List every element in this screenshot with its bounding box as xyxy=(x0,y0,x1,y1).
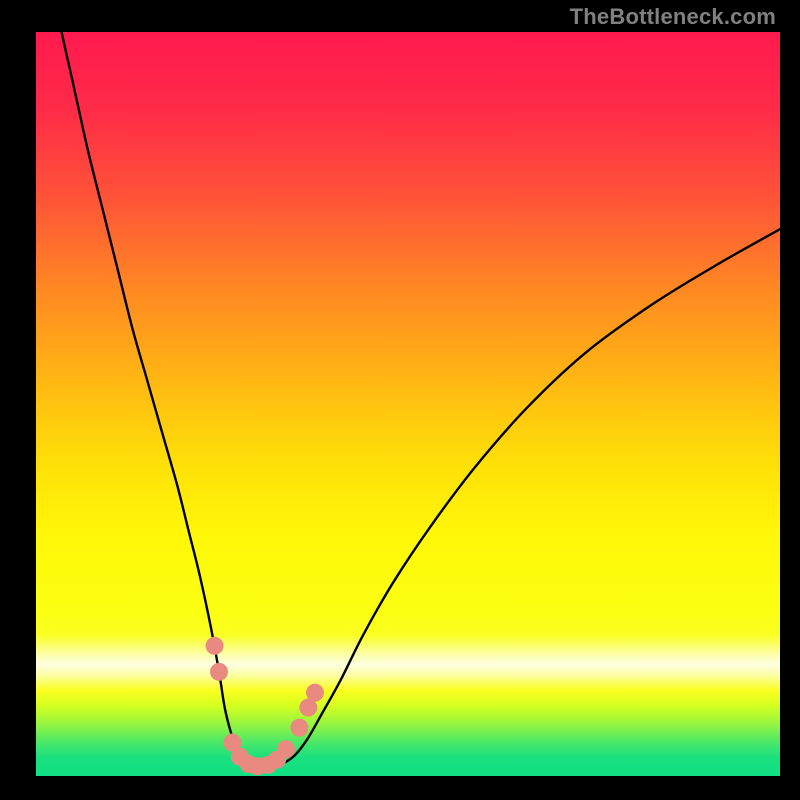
marker-dot xyxy=(210,663,228,681)
marker-dot xyxy=(277,740,295,758)
watermark-text: TheBottleneck.com xyxy=(570,4,776,30)
marker-dot xyxy=(206,637,224,655)
marker-dot xyxy=(290,719,308,737)
plot-area xyxy=(36,32,780,776)
curve-layer xyxy=(36,32,780,776)
chart-frame: TheBottleneck.com xyxy=(0,0,800,800)
marker-dot xyxy=(306,684,324,702)
bottleneck-curve xyxy=(43,32,780,767)
